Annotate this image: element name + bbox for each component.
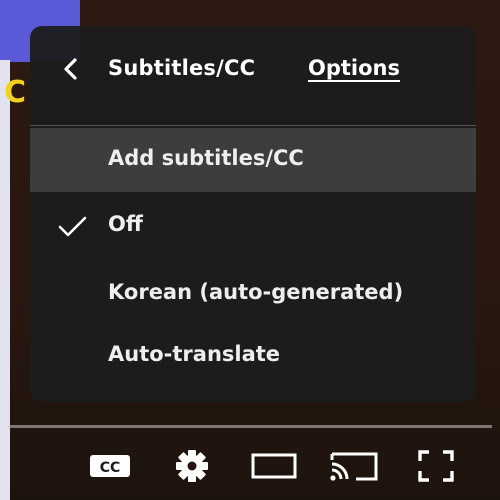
menu-item-label: Off bbox=[108, 212, 143, 236]
subtitles-menu: Subtitles/CC Options Add subtitles/CC Of… bbox=[30, 26, 476, 402]
menu-title: Subtitles/CC bbox=[108, 56, 256, 80]
menu-item-label: Korean (auto-generated) bbox=[108, 280, 404, 304]
menu-item-label: Auto-translate bbox=[108, 342, 281, 366]
menu-item-korean-auto[interactable]: Korean (auto-generated) bbox=[30, 262, 476, 326]
cast-icon bbox=[330, 452, 378, 481]
fullscreen-icon bbox=[418, 450, 454, 482]
checkmark-icon bbox=[56, 212, 90, 242]
back-chevron-icon[interactable] bbox=[56, 54, 86, 84]
fullscreen-button[interactable] bbox=[416, 448, 456, 484]
settings-button[interactable] bbox=[172, 448, 212, 484]
menu-item-off[interactable]: Off bbox=[30, 194, 476, 258]
subtitles-cc-button[interactable]: CC bbox=[88, 448, 132, 484]
options-link[interactable]: Options bbox=[308, 56, 400, 80]
theater-mode-button[interactable] bbox=[250, 448, 298, 484]
menu-item-auto-translate[interactable]: Auto-translate bbox=[30, 324, 476, 388]
menu-divider bbox=[30, 125, 476, 126]
cast-button[interactable] bbox=[328, 448, 380, 484]
menu-item-add-subtitles[interactable]: Add subtitles/CC bbox=[30, 128, 476, 192]
cc-icon-text: CC bbox=[100, 460, 121, 476]
video-graphic-letter: C bbox=[4, 75, 27, 110]
theater-mode-icon bbox=[251, 453, 297, 479]
video-graphic-strip bbox=[0, 60, 10, 500]
settings-gear-icon bbox=[176, 450, 208, 482]
subtitles-cc-icon: CC bbox=[90, 455, 130, 477]
menu-header: Subtitles/CC Options bbox=[30, 26, 476, 112]
progress-bar[interactable] bbox=[8, 425, 492, 428]
menu-item-label: Add subtitles/CC bbox=[108, 146, 304, 170]
